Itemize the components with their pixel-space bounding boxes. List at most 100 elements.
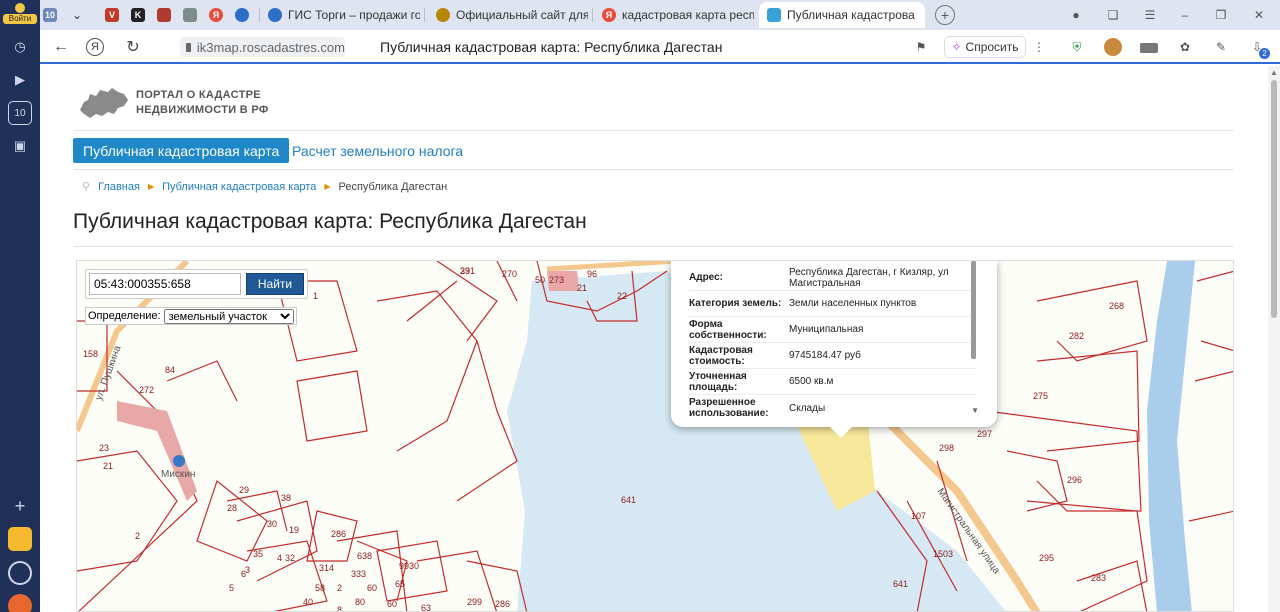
- login-button[interactable]: Войти: [3, 2, 37, 28]
- tab-strip: 10 ⌄ V K Я ГИС Торги – продажи гос Офици…: [40, 0, 1280, 30]
- collections-icon[interactable]: ❏: [1104, 6, 1122, 24]
- app-icon-yellow[interactable]: [8, 527, 32, 551]
- puzzle-icon[interactable]: ✿: [1176, 38, 1194, 56]
- popup-key: Категория земель:: [689, 298, 789, 309]
- screenshot-icon[interactable]: ✎: [1212, 38, 1230, 56]
- parcel-number-label: 275: [1033, 391, 1048, 401]
- cadastral-number-input[interactable]: [89, 273, 241, 295]
- add-icon[interactable]: +: [8, 494, 32, 518]
- reload-icon[interactable]: ↻: [122, 36, 144, 58]
- nav-tab-land-tax[interactable]: Расчет земельного налога: [292, 143, 463, 159]
- popup-key: Разрешенное использование:: [689, 397, 789, 419]
- tab-yandex-search[interactable]: Я кадастровая карта респу: [594, 2, 754, 28]
- logo-text: ПОРТАЛ О КАДАСТРЕ НЕДВИЖИМОСТИ В РФ: [136, 88, 269, 118]
- tab-pinned-crest[interactable]: [152, 2, 176, 28]
- popup-value: 9745184.47 руб: [789, 350, 977, 361]
- yandex-icon: Я: [209, 8, 223, 22]
- parcel-number-label: 8: [337, 605, 342, 612]
- search-button[interactable]: Найти: [246, 273, 304, 295]
- parcel-number-label: 35: [253, 549, 263, 559]
- cadastral-search: Найти: [85, 269, 308, 299]
- more-icon[interactable]: ⋮: [1030, 38, 1048, 56]
- logo-line-1: ПОРТАЛ О КАДАСТРЕ: [136, 88, 269, 103]
- popup-scroll-down-icon[interactable]: ▼: [971, 406, 979, 415]
- tab-pinned-yandex[interactable]: Я: [204, 2, 228, 28]
- history-icon[interactable]: ◷: [8, 35, 32, 59]
- tab-label: Официальный сайт для р: [456, 8, 588, 22]
- play-icon[interactable]: ▶: [8, 68, 32, 92]
- parcel-number-label: 50: [535, 275, 545, 285]
- nav-tab-cadastral-map[interactable]: Публичная кадастровая карта: [73, 138, 289, 163]
- popup-value: Земли населенных пунктов: [789, 298, 977, 309]
- popup-row-usage: Разрешенное использование: Склады: [689, 395, 977, 421]
- parcel-number-label: 28: [227, 503, 237, 513]
- parcel-number-label: 3: [245, 565, 250, 575]
- site-logo[interactable]: ПОРТАЛ О КАДАСТРЕ НЕДВИЖИМОСТИ В РФ: [78, 86, 269, 120]
- tab-official-site[interactable]: Официальный сайт для р: [428, 2, 588, 28]
- yandex-home-icon[interactable]: Я: [86, 38, 104, 56]
- tab-pinned-10[interactable]: 10: [40, 2, 66, 28]
- parcel-number-label: 5: [229, 583, 234, 593]
- minimize-icon[interactable]: –: [1176, 6, 1194, 24]
- menu-icon[interactable]: ☰: [1141, 6, 1159, 24]
- map-icon: [767, 8, 781, 22]
- yandex-icon: Я: [602, 8, 616, 22]
- parcel-number-label: 84: [165, 365, 175, 375]
- breadcrumb-home[interactable]: Главная: [98, 181, 140, 193]
- parcel-number-label: 1503: [933, 549, 953, 559]
- tab-pinned-doc[interactable]: [178, 2, 202, 28]
- popup-value: Склады: [789, 403, 977, 414]
- url-field[interactable]: ik3map.roscadastres.com: [180, 37, 345, 57]
- bookmark-icon[interactable]: ⚑: [912, 38, 930, 56]
- profile-icon[interactable]: ●: [1067, 6, 1085, 24]
- back-icon[interactable]: ←: [50, 36, 72, 58]
- parcel-number-label: 30: [267, 519, 277, 529]
- tab-pinned-k[interactable]: K: [126, 2, 150, 28]
- popup-row-cost: Кадастровая стоимость: 9745184.47 руб: [689, 343, 977, 369]
- new-tab-icon[interactable]: +: [935, 5, 955, 25]
- definition-select[interactable]: земельный участок: [164, 309, 294, 324]
- media-icon[interactable]: ▣: [8, 134, 32, 158]
- v-icon: V: [105, 8, 119, 22]
- divider: [74, 130, 1234, 131]
- popup-row-ownership: Форма собственности: Муниципальная: [689, 317, 977, 343]
- popup-key: Форма собственности:: [689, 319, 789, 341]
- chevron-down-icon: ⌄: [72, 8, 82, 22]
- shield-icon[interactable]: ⛨: [1068, 38, 1086, 56]
- app-icon-orange[interactable]: [8, 594, 32, 612]
- parcel-number-label: 298: [939, 443, 954, 453]
- tab-pinned-globe[interactable]: [230, 2, 254, 28]
- cadastral-map[interactable]: 2912705027396212211588427223212928383019…: [76, 260, 1234, 612]
- lock-icon: [186, 43, 191, 52]
- parcel-number-label: 19: [289, 525, 299, 535]
- maximize-icon[interactable]: ❐: [1212, 6, 1230, 24]
- scrollbar-thumb[interactable]: [1271, 80, 1277, 318]
- parcel-number-label: 96: [587, 269, 597, 279]
- breadcrumb-current: Республика Дагестан: [339, 181, 448, 193]
- parcel-number-label: 286: [495, 599, 510, 609]
- popup-value: Муниципальная: [789, 324, 977, 335]
- app-icon-circle[interactable]: [8, 561, 32, 585]
- breadcrumb-map[interactable]: Публичная кадастровая карта: [162, 181, 316, 193]
- popup-scrollbar[interactable]: [971, 261, 976, 359]
- page-scrollbar[interactable]: ▲: [1268, 66, 1280, 612]
- ten-icon[interactable]: 10: [8, 101, 32, 125]
- parcel-number-label: 286: [331, 529, 346, 539]
- extension-avatar-icon[interactable]: [1104, 38, 1122, 56]
- tab-label: кадастровая карта респу: [622, 8, 754, 22]
- tab-gis-torgi[interactable]: ГИС Торги – продажи гос: [260, 2, 420, 28]
- parcel-number-label: 158: [83, 349, 98, 359]
- popup-row-address: Адрес: Республика Дагестан, г Кизляр, ул…: [689, 265, 977, 291]
- k-icon: K: [131, 8, 145, 22]
- ask-button[interactable]: ✧ Спросить: [944, 36, 1026, 58]
- scroll-up-icon[interactable]: ▲: [1270, 68, 1278, 77]
- tab-cadastral-map[interactable]: Публичная кадастрова ✕: [759, 2, 925, 28]
- close-window-icon[interactable]: ✕: [1250, 6, 1268, 24]
- tab-list-button[interactable]: ⌄: [67, 2, 93, 28]
- parcel-number-label: 29: [239, 485, 249, 495]
- extension-hat-icon[interactable]: [1140, 43, 1158, 53]
- parcel-number-label: 1: [313, 291, 318, 301]
- parcel-number-label: 268: [1109, 301, 1124, 311]
- tab-pinned-v[interactable]: V: [100, 2, 124, 28]
- download-badge: 2: [1259, 48, 1270, 59]
